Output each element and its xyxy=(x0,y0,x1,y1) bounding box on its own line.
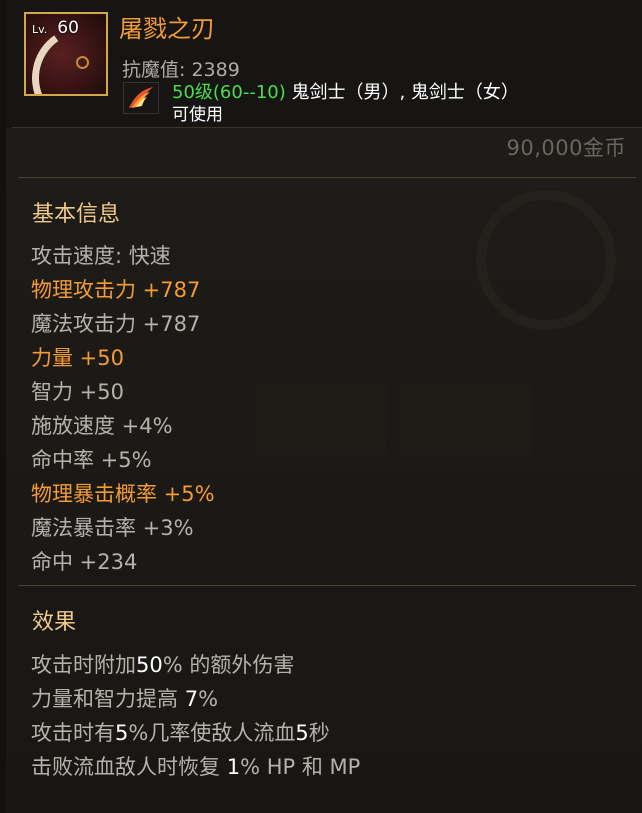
level-prefix: Lv. xyxy=(32,23,48,36)
stat-magic-crit: 魔法暴击率 +3% xyxy=(31,516,194,540)
effect-text: %几率使敌人流血 xyxy=(128,721,296,745)
effect-text: 攻击时附加 xyxy=(31,653,136,677)
stat-attack-speed: 攻击速度: 快速 xyxy=(31,244,171,268)
effect-number: 5 xyxy=(115,721,129,745)
usable-status: 可使用 xyxy=(172,105,223,125)
effect-line: 击败流血敌人时恢复 1% HP 和 MP xyxy=(31,751,360,781)
requirement-classes: 鬼剑士（男）, 鬼剑士（女） xyxy=(285,82,519,103)
effect-number: 5 xyxy=(295,721,309,745)
effect-number: 1 xyxy=(226,755,241,779)
stat-intelligence: 智力 +50 xyxy=(31,380,124,404)
item-level-badge: Lv. 60 xyxy=(32,18,79,38)
section-divider xyxy=(18,177,636,178)
background-tile-decoration xyxy=(401,385,531,455)
stat-hit-rate: 命中率 +5% xyxy=(31,448,152,472)
stat-strength: 力量 +50 xyxy=(31,346,124,370)
flame-wing-icon xyxy=(123,82,159,114)
effect-number: 50 xyxy=(136,653,163,677)
effect-line: 力量和智力提高 7% xyxy=(31,683,218,713)
sell-price: 90,000金币 xyxy=(506,136,626,160)
effects-title: 效果 xyxy=(32,610,77,635)
effect-line: 攻击时附加50% 的额外伤害 xyxy=(31,649,294,679)
effect-text: % HP 和 MP xyxy=(240,755,361,779)
requirement-line: 50级(60--10) 鬼剑士（男）, 鬼剑士（女） xyxy=(172,78,519,104)
effect-text: % 的额外伤害 xyxy=(162,653,295,677)
item-tooltip: Lv. 60 屠戮之刃 抗魔值: 2389 50级(60--10) 鬼剑士（男）,… xyxy=(0,0,642,813)
background-tile-decoration xyxy=(256,385,386,455)
effect-text: 击败流血敌人时恢复 xyxy=(31,755,227,779)
blade-hilt-ring xyxy=(76,56,89,69)
curved-blade-icon: Lv. 60 xyxy=(24,12,108,96)
effect-line: 攻击时有5%几率使敌人流血5秒 xyxy=(31,717,330,747)
stat-cast-speed: 施放速度 +4% xyxy=(31,414,173,438)
header-divider xyxy=(12,127,642,128)
item-level: 60 xyxy=(57,18,79,38)
effect-text: 力量和智力提高 xyxy=(31,687,185,711)
effect-text: 秒 xyxy=(308,721,330,745)
stat-physical-attack: 物理攻击力 +787 xyxy=(31,278,201,302)
stat-magic-attack: 魔法攻击力 +787 xyxy=(31,312,201,336)
basic-info-title: 基本信息 xyxy=(32,202,121,227)
item-name: 屠戮之刃 xyxy=(119,15,215,43)
stat-physical-crit: 物理暴击概率 +5% xyxy=(31,482,215,506)
background-emblem-decoration xyxy=(476,190,616,330)
effect-text: % xyxy=(198,687,219,711)
section-divider xyxy=(18,585,636,586)
effect-number: 7 xyxy=(184,687,199,711)
stat-accuracy: 命中 +234 xyxy=(31,550,138,574)
effect-text: 攻击时有 xyxy=(31,721,115,745)
